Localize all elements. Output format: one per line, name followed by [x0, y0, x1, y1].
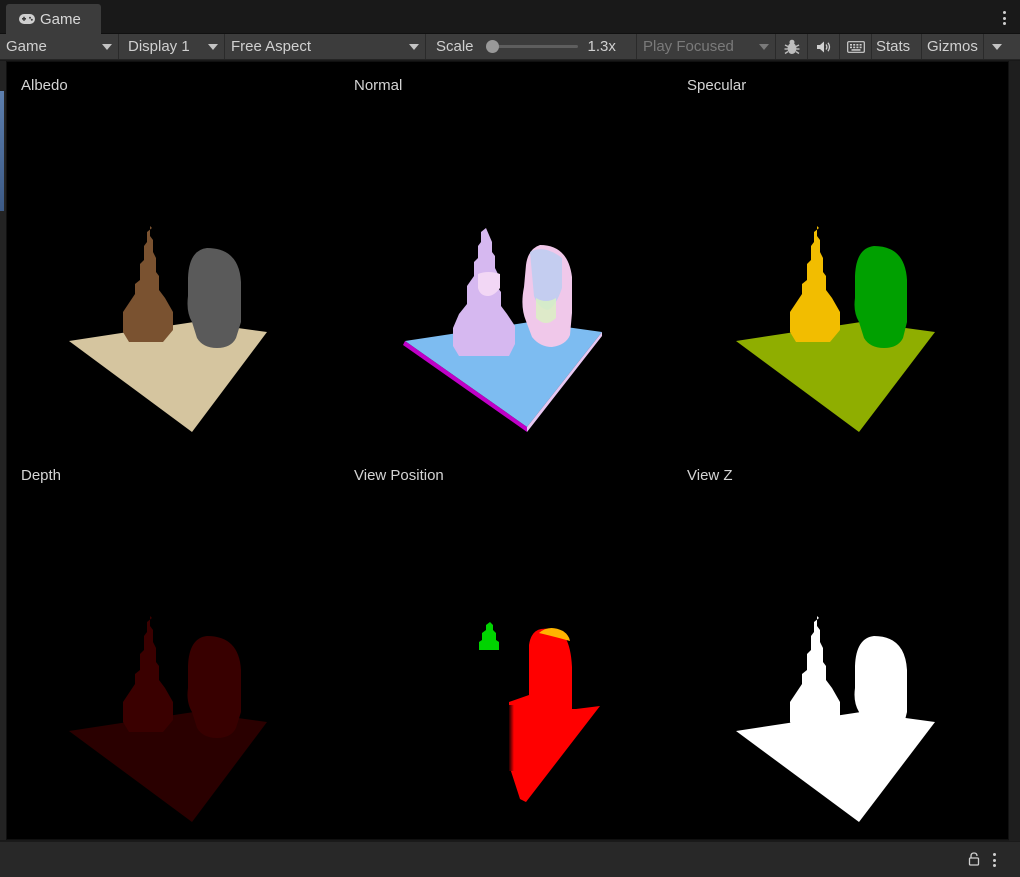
game-toolbar: Game Display 1 Free Aspect Scale 1.3x Pl… [0, 34, 1020, 60]
view-position-label: View Position [354, 467, 444, 484]
play-focused-label: Play Focused [643, 38, 734, 55]
view-z-label: View Z [687, 467, 733, 484]
bottom-bar [0, 841, 1020, 877]
tab-strip: Game [0, 0, 1020, 34]
gizmos-dropdown-arrow[interactable] [984, 34, 1008, 59]
scale-value: 1.3x [587, 38, 616, 55]
panel-menu-icon[interactable] [1002, 11, 1006, 25]
bug-icon[interactable] [776, 34, 808, 59]
view-position-view: View Position [340, 452, 673, 839]
normal-label: Normal [354, 77, 403, 94]
view-z-render [736, 616, 935, 822]
tab-label: Game [40, 10, 81, 28]
normal-render [403, 228, 602, 432]
view-position-render [479, 622, 600, 802]
tab-game[interactable]: Game [6, 4, 101, 34]
game-viewport[interactable]: Albedo Normal Specular Depth View Positi… [6, 61, 1009, 840]
display-dropdown[interactable]: Display 1 [119, 34, 225, 59]
albedo-label: Albedo [21, 77, 68, 94]
lock-icon[interactable] [968, 852, 980, 871]
stats-button[interactable]: Stats [872, 34, 922, 59]
audio-icon[interactable] [808, 34, 840, 59]
keyboard-icon[interactable] [840, 34, 872, 59]
scale-slider-handle[interactable] [485, 40, 499, 53]
display-dropdown-label: Display 1 [128, 38, 190, 55]
normal-view: Normal [340, 62, 673, 452]
depth-view: Depth [7, 452, 340, 839]
depth-label: Depth [21, 467, 62, 484]
scale-label: Scale [436, 38, 474, 55]
stats-label: Stats [876, 38, 911, 55]
bottom-menu-icon[interactable] [992, 853, 996, 867]
scale-control: Scale 1.3x [426, 34, 637, 59]
gizmos-button[interactable]: Gizmos [922, 34, 984, 59]
game-view-dropdown[interactable]: Game [0, 34, 119, 59]
specular-label: Specular [687, 77, 747, 94]
aspect-dropdown[interactable]: Free Aspect [225, 34, 426, 59]
specular-render [736, 226, 935, 432]
gamepad-icon [18, 13, 36, 25]
albedo-view: Albedo [7, 62, 340, 452]
gizmos-label: Gizmos [927, 38, 978, 55]
play-focused-dropdown[interactable]: Play Focused [637, 34, 776, 59]
right-panel-edge [1009, 61, 1020, 841]
scale-slider[interactable] [485, 40, 578, 53]
depth-render [69, 616, 267, 822]
aspect-dropdown-label: Free Aspect [231, 38, 312, 55]
specular-view: Specular [673, 62, 1006, 452]
game-view-dropdown-label: Game [6, 38, 47, 55]
albedo-render [69, 226, 267, 432]
view-z-view: View Z [673, 452, 1006, 839]
